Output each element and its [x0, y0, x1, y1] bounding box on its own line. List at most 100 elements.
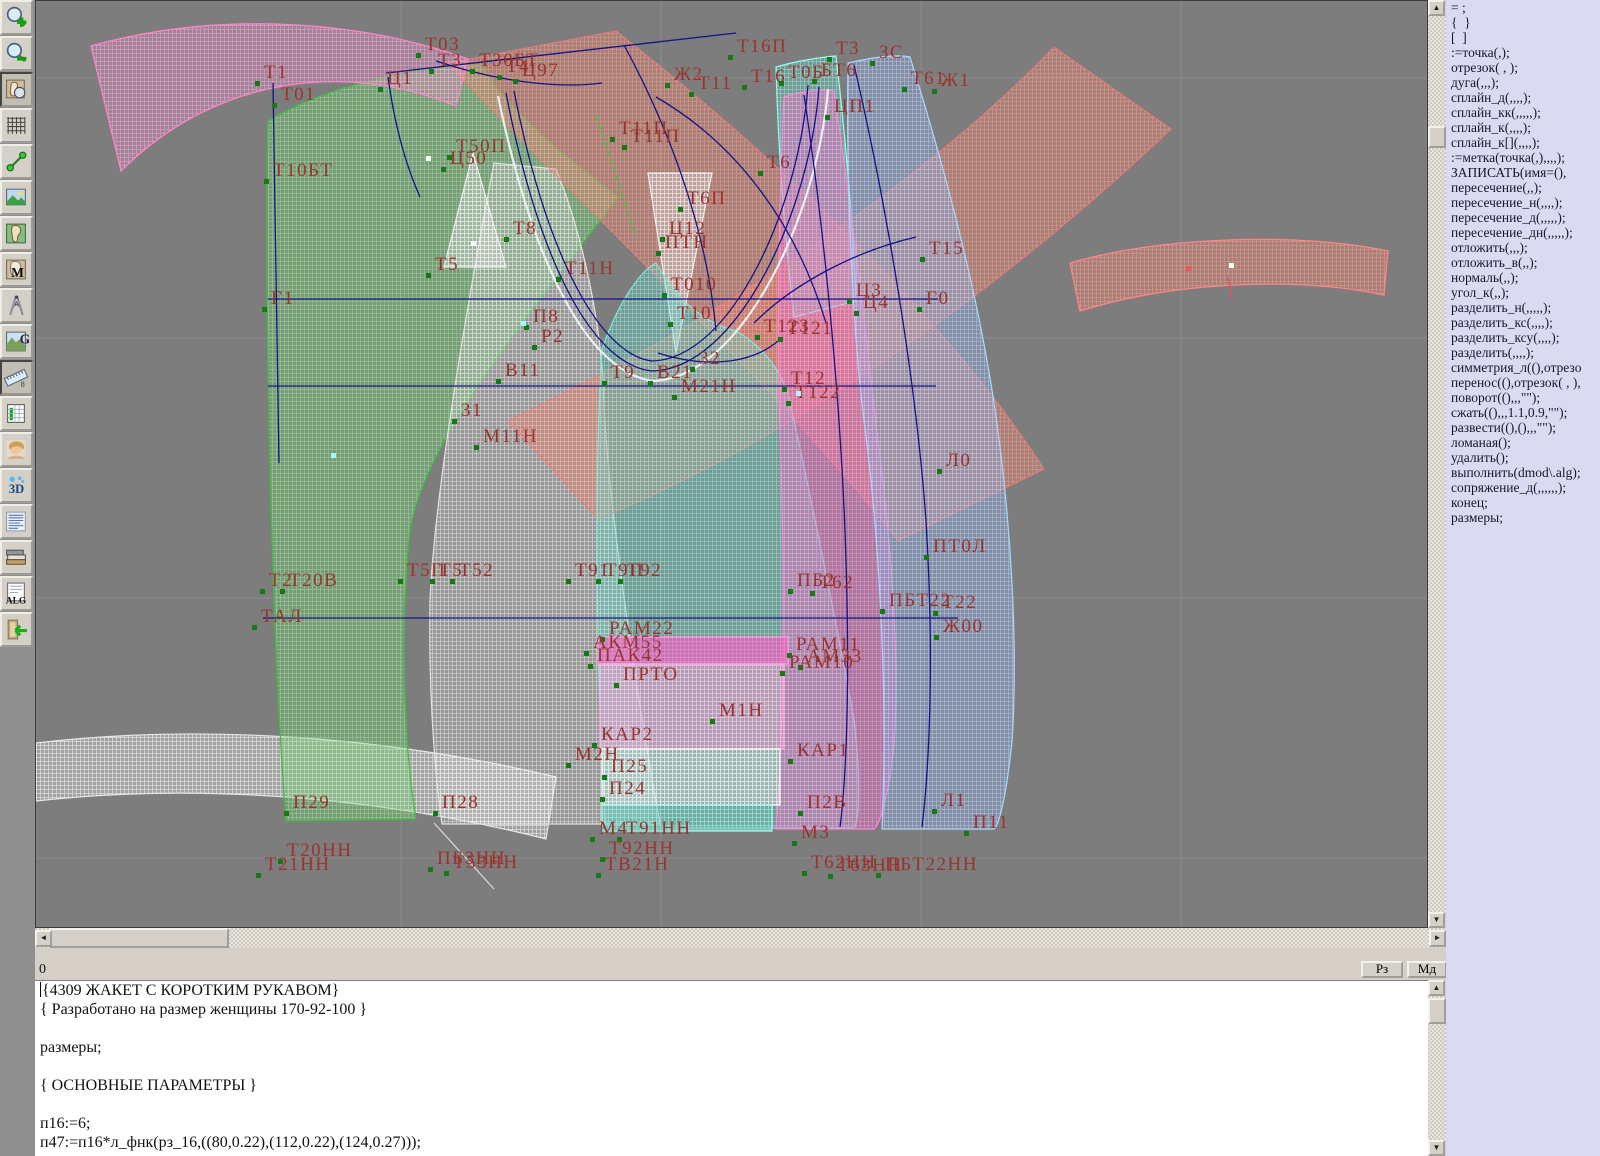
editor-scroll-up-button[interactable]: ▲	[1428, 980, 1445, 996]
svg-text:M: M	[11, 265, 24, 280]
pattern-canvas[interactable]: Т1Т01Т10БТЦ1Т03Т3Т30БТТ4Ц97Ж2Т11Т16ПТ3ЗС…	[35, 0, 1428, 928]
piece-m-icon: M	[4, 257, 29, 282]
command-item[interactable]: сжать((),,,1.1,0.9,"");	[1446, 405, 1600, 420]
command-item[interactable]: нормаль(,,);	[1446, 270, 1600, 285]
command-item[interactable]: угол_к(,,);	[1446, 285, 1600, 300]
zoom-piece-icon	[4, 77, 29, 102]
command-item[interactable]: развести((),(),,,"");	[1446, 420, 1600, 435]
command-item[interactable]: симметрия_л((),отрезо	[1446, 360, 1600, 375]
g-doc-icon: G	[4, 329, 29, 354]
svg-text:3D: 3D	[9, 482, 24, 496]
library-button[interactable]	[0, 540, 33, 575]
left-toolbar: MAG 8 3D ALG	[0, 0, 36, 1156]
zoom-out-icon	[4, 41, 29, 66]
command-item[interactable]: = ;	[1446, 0, 1600, 15]
rz-button[interactable]: Рз	[1361, 961, 1403, 978]
segment-icon	[4, 149, 29, 174]
command-item[interactable]: разделить_кс(,,,,);	[1446, 315, 1600, 330]
canvas-hscrollbar: ◄ ►	[35, 928, 1446, 948]
command-item[interactable]: разделить_ксу(,,,,);	[1446, 330, 1600, 345]
editor-line	[35, 1095, 1428, 1114]
command-item[interactable]: сплайн_д(,,,,);	[1446, 90, 1600, 105]
command-item[interactable]: :=метка(точка(,),,,,);	[1446, 150, 1600, 165]
piece-m-button[interactable]: M	[0, 252, 33, 287]
zoom-in-button[interactable]	[0, 0, 33, 35]
ruler-icon: 8	[4, 365, 29, 390]
grid-button[interactable]	[0, 108, 33, 143]
measure-button[interactable]: 8	[0, 360, 33, 395]
hscroll-thumb[interactable]	[49, 928, 229, 948]
command-item[interactable]: ломаная();	[1446, 435, 1600, 450]
editor-scroll-down-button[interactable]: ▼	[1428, 1140, 1445, 1156]
command-item[interactable]: удалить();	[1446, 450, 1600, 465]
scroll-right-button[interactable]: ►	[1429, 930, 1446, 947]
pocket-piece-lower[interactable]	[602, 749, 780, 805]
command-item[interactable]: { }	[1446, 15, 1600, 30]
pattern-canvas-svg	[36, 1, 1428, 928]
editor-line: { Разработано на размер женщины 170-92-1…	[35, 1000, 1428, 1019]
graphic-button[interactable]: G	[0, 324, 33, 359]
command-item[interactable]: пересечение_дн(,,,,,);	[1446, 225, 1600, 240]
command-item[interactable]: [ ]	[1446, 30, 1600, 45]
editor-vscrollbar: ▲ ▼	[1428, 980, 1446, 1156]
command-item[interactable]: перенос((),отрезок( , ),	[1446, 375, 1600, 390]
segment-button[interactable]	[0, 144, 33, 179]
exit-button[interactable]	[0, 612, 33, 647]
editor-line	[35, 1019, 1428, 1038]
editor-line: п47:=п16*л_фнк(рз_16,((80,0.22),(112,0.2…	[35, 1133, 1428, 1152]
command-panel: = ;{ }[ ]:=точка(,);отрезок( , );дуга(,,…	[1446, 0, 1600, 1156]
command-item[interactable]: разделить_н(,,,,,);	[1446, 300, 1600, 315]
scroll-left-button[interactable]: ◄	[35, 930, 52, 947]
3d-button[interactable]: 3D	[0, 468, 33, 503]
piece-view-button[interactable]	[0, 216, 33, 251]
drafting-button[interactable]: A	[0, 288, 33, 323]
table-icon	[4, 401, 29, 426]
command-item[interactable]: ЗАПИСАТЬ(имя=(),	[1446, 165, 1600, 180]
editor-line: п16:=6;	[35, 1114, 1428, 1133]
command-item[interactable]: отложить(,,,);	[1446, 240, 1600, 255]
editor-line	[35, 1057, 1428, 1076]
zoom-in-icon	[4, 5, 29, 30]
command-item[interactable]: пересечение_д(,,,,,);	[1446, 210, 1600, 225]
command-item[interactable]: сплайн_кк(,,,,,);	[1446, 105, 1600, 120]
text-caret	[40, 982, 41, 997]
image-button[interactable]	[0, 180, 33, 215]
command-item[interactable]: размеры;	[1446, 510, 1600, 525]
command-item[interactable]: отложить_в(,,);	[1446, 255, 1600, 270]
model-photo-button[interactable]	[0, 432, 33, 467]
algorithm-editor[interactable]: {4309 ЖАКЕТ С КОРОТКИМ РУКАВОМ}{ Разрабо…	[35, 980, 1428, 1156]
scroll-down-button[interactable]: ▼	[1428, 912, 1445, 928]
md-button[interactable]: Мд	[1407, 961, 1447, 978]
svg-text:8: 8	[21, 380, 25, 389]
command-item[interactable]: сплайн_к[](,,,,);	[1446, 135, 1600, 150]
algorithm-button[interactable]: ALG	[0, 576, 33, 611]
command-item[interactable]: выполнить(dmod\.alg);	[1446, 465, 1600, 480]
command-item[interactable]: конец;	[1446, 495, 1600, 510]
pocket-piece-mid[interactable]	[600, 664, 784, 749]
piece-green-icon	[4, 221, 29, 246]
command-item[interactable]: сопряжение_д(,,,,,,);	[1446, 480, 1600, 495]
command-item[interactable]: пересечение(,,);	[1446, 180, 1600, 195]
pocket-piece-band[interactable]	[602, 805, 772, 831]
belt-cut-line	[434, 823, 494, 889]
scroll-up-button[interactable]: ▲	[1428, 0, 1445, 16]
command-item[interactable]: разделить(,,,,);	[1446, 345, 1600, 360]
image-icon	[4, 185, 29, 210]
scroll-position-value: 0	[39, 962, 46, 978]
portrait-icon	[4, 437, 29, 462]
command-item[interactable]: отрезок( , );	[1446, 60, 1600, 75]
editor-line: размеры;	[35, 1038, 1428, 1057]
vscroll-thumb[interactable]	[1428, 126, 1446, 148]
editor-vscroll-thumb[interactable]	[1428, 998, 1446, 1024]
command-item[interactable]: пересечение_н(,,,,);	[1446, 195, 1600, 210]
pocket-piece-top[interactable]	[598, 637, 788, 664]
command-item[interactable]: сплайн_к(,,,,);	[1446, 120, 1600, 135]
list-button[interactable]	[0, 504, 33, 539]
table-button[interactable]	[0, 396, 33, 431]
zoom-piece-button[interactable]	[0, 72, 33, 107]
collar-piece-right[interactable]	[1070, 239, 1388, 311]
command-item[interactable]: дуга(,,,);	[1446, 75, 1600, 90]
zoom-out-button[interactable]	[0, 36, 33, 71]
command-item[interactable]: поворот((),,,"");	[1446, 390, 1600, 405]
command-item[interactable]: :=точка(,);	[1446, 45, 1600, 60]
